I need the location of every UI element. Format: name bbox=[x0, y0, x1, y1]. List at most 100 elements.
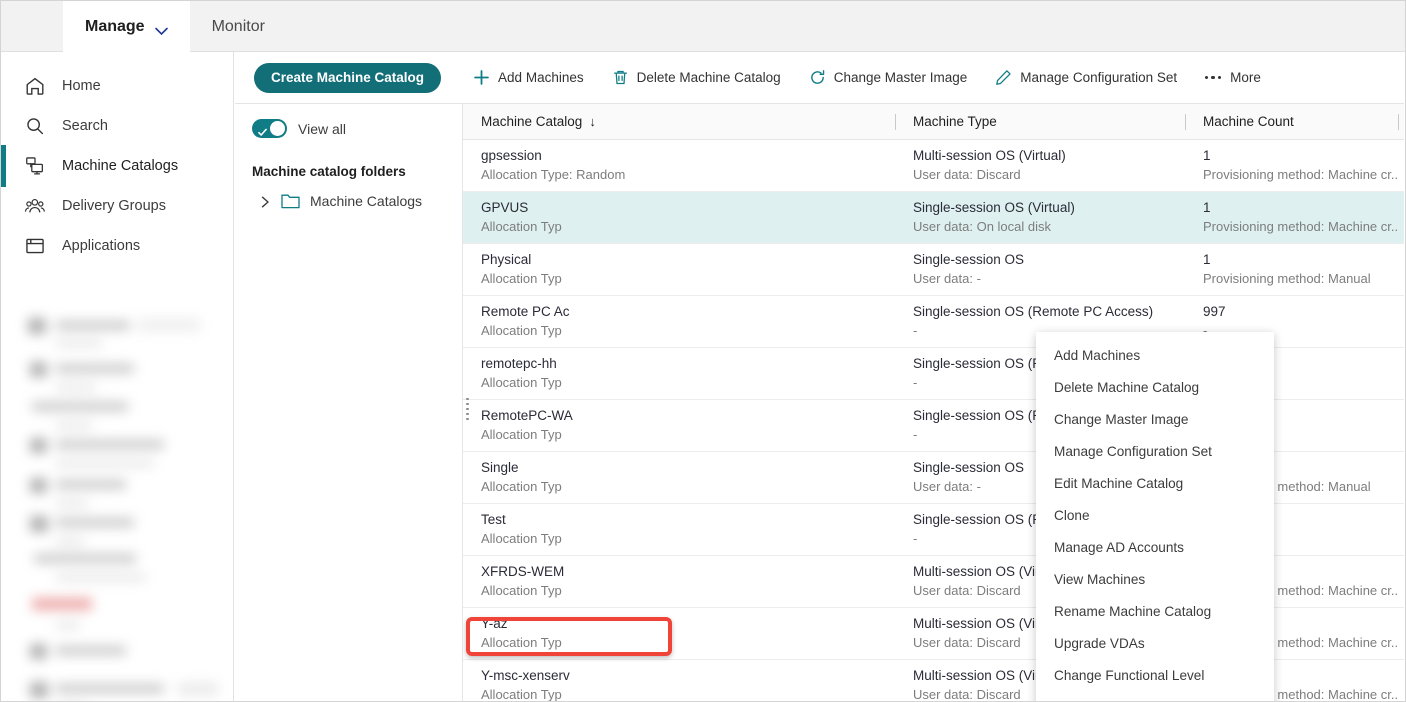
folder-machine-catalogs-label: Machine Catalogs bbox=[310, 193, 423, 209]
cell-overflow bbox=[1398, 191, 1404, 244]
table-row[interactable]: Physical Allocation Typ Single-session OS U… bbox=[463, 243, 1404, 296]
cell-overflow bbox=[1398, 139, 1404, 192]
column-header-machine-count[interactable]: Machine Count bbox=[1185, 104, 1398, 140]
cell-machine-catalog-secondary: Allocation Typ bbox=[481, 270, 562, 286]
home-icon bbox=[24, 75, 46, 97]
cell-machine-type-secondary: User data: - bbox=[913, 270, 981, 286]
sidebar-item-search[interactable]: Search bbox=[2, 106, 233, 146]
cell-machine-count-primary: 1 bbox=[1203, 251, 1211, 267]
cell-machine-catalog: Physical Allocation Typ bbox=[463, 243, 895, 296]
context-menu-item[interactable]: Add Machines bbox=[1036, 339, 1274, 371]
cell-machine-catalog-primary: remotepc-hh bbox=[481, 355, 557, 371]
context-menu-item[interactable]: Change Functional Level bbox=[1036, 659, 1274, 691]
cell-machine-count-secondary: Provisioning method: Machine cr... bbox=[1203, 218, 1398, 234]
cell-machine-catalog-primary: Single bbox=[481, 459, 519, 475]
main-panel: Create Machine Catalog Add Machines Dele… bbox=[235, 52, 1404, 702]
cell-overflow bbox=[1398, 659, 1404, 701]
cell-machine-catalog-secondary: Allocation Type: Random bbox=[481, 166, 626, 182]
change-master-image-button[interactable]: Change Master Image bbox=[795, 58, 982, 98]
cell-overflow bbox=[1398, 243, 1404, 296]
folders-panel: View all Machine catalog folders Machine… bbox=[235, 104, 463, 701]
sidebar-item-applications[interactable]: Applications bbox=[2, 226, 233, 266]
context-menu-item[interactable]: View Machines bbox=[1036, 563, 1274, 595]
cell-machine-type: Multi-session OS (Virtual) User data: Dis… bbox=[895, 139, 1185, 192]
context-menu-item[interactable]: Test Machine Catalog bbox=[1036, 691, 1274, 702]
cell-machine-catalog-secondary: Allocation Typ bbox=[481, 634, 562, 650]
sidebar-item-home[interactable]: Home bbox=[2, 66, 233, 106]
pencil-icon bbox=[995, 69, 1012, 86]
cell-machine-catalog-secondary: Allocation Typ bbox=[481, 426, 562, 442]
cell-machine-catalog-secondary: Allocation Typ bbox=[481, 686, 562, 702]
cell-machine-type-secondary: User data: On local disk bbox=[913, 218, 1052, 234]
folder-machine-catalogs[interactable]: Machine Catalogs bbox=[252, 193, 462, 209]
context-menu-item-label: Manage AD Accounts bbox=[1054, 539, 1184, 555]
tab-manage[interactable]: Manage bbox=[63, 1, 190, 52]
context-menu-item[interactable]: Delete Machine Catalog bbox=[1036, 371, 1274, 403]
cell-machine-type-primary: Single-session OS bbox=[913, 251, 1025, 267]
cell-machine-catalog: Test Allocation Typ bbox=[463, 503, 895, 556]
view-all-toggle[interactable]: View all bbox=[252, 119, 462, 138]
cell-machine-catalog-primary: Y-msc-xenserv bbox=[481, 667, 570, 683]
machine-catalogs-icon bbox=[24, 155, 46, 177]
context-menu-item-label: Change Master Image bbox=[1054, 411, 1189, 427]
table-header-row: Machine Catalog ↓ Machine Type Machine Co… bbox=[463, 104, 1404, 140]
context-menu-item-label: Delete Machine Catalog bbox=[1054, 379, 1200, 395]
cell-machine-catalog-secondary: Allocation Typ bbox=[481, 374, 562, 390]
manage-configuration-set-label: Manage Configuration Set bbox=[1020, 70, 1178, 85]
context-menu-item[interactable]: Manage AD Accounts bbox=[1036, 531, 1274, 563]
cell-overflow bbox=[1398, 399, 1404, 452]
manage-configuration-set-button[interactable]: Manage Configuration Set bbox=[981, 58, 1191, 98]
change-master-image-label: Change Master Image bbox=[833, 70, 968, 85]
tab-manage-label: Manage bbox=[85, 17, 145, 35]
trash-icon bbox=[612, 69, 629, 86]
context-menu-item[interactable]: Change Master Image bbox=[1036, 403, 1274, 435]
cell-machine-catalog-secondary: Allocation Typ bbox=[481, 322, 562, 338]
topbar-left-spacer bbox=[1, 1, 63, 52]
cell-machine-catalog-secondary: Allocation Typ bbox=[481, 218, 562, 234]
cell-machine-type-secondary: User data: Discard bbox=[913, 166, 1021, 182]
sidebar-item-machine-catalogs-label: Machine Catalogs bbox=[62, 158, 179, 174]
context-menu-item[interactable]: Edit Machine Catalog bbox=[1036, 467, 1274, 499]
context-menu-item[interactable]: Rename Machine Catalog bbox=[1036, 595, 1274, 627]
search-icon bbox=[24, 115, 46, 137]
cell-machine-count-secondary: Provisioning method: Machine cr... bbox=[1203, 166, 1398, 182]
sidebar-item-delivery-groups[interactable]: Delivery Groups bbox=[2, 186, 233, 226]
column-resize-handle[interactable] bbox=[463, 389, 472, 429]
cell-machine-catalog: Single Allocation Typ bbox=[463, 451, 895, 504]
column-divider bbox=[1185, 114, 1186, 130]
context-menu-item[interactable]: Upgrade VDAs bbox=[1036, 627, 1274, 659]
more-button[interactable]: More bbox=[1191, 58, 1275, 98]
cell-machine-catalog: Y-az Allocation Typ bbox=[463, 607, 895, 660]
context-menu-item[interactable]: Manage Configuration Set bbox=[1036, 435, 1274, 467]
toggle-switch-on[interactable] bbox=[252, 119, 287, 138]
context-menu-item-label: Add Machines bbox=[1054, 347, 1141, 363]
delivery-groups-icon bbox=[24, 195, 46, 217]
cell-machine-catalog: XFRDS-WEM Allocation Typ bbox=[463, 555, 895, 608]
cell-machine-type: Single-session OS User data: - bbox=[895, 243, 1185, 296]
table-row[interactable]: GPVUS Allocation Typ Single-session OS (Vi… bbox=[463, 191, 1404, 244]
app-window: Manage Monitor Home Search Machine Catal… bbox=[0, 0, 1406, 702]
cell-machine-catalog-primary: Remote PC Ac bbox=[481, 303, 570, 319]
content-area: View all Machine catalog folders Machine… bbox=[235, 104, 1404, 702]
add-machines-label: Add Machines bbox=[498, 70, 584, 85]
column-header-overflow[interactable] bbox=[1398, 104, 1404, 140]
cell-machine-type-primary: Single-session OS (Remote PC Access) bbox=[913, 303, 1154, 319]
create-machine-catalog-button[interactable]: Create Machine Catalog bbox=[254, 62, 442, 93]
cell-machine-catalog-primary: Test bbox=[481, 511, 506, 527]
tab-monitor[interactable]: Monitor bbox=[190, 1, 287, 52]
chevron-right-icon[interactable] bbox=[260, 195, 271, 208]
cell-machine-catalog-primary: gpsession bbox=[481, 147, 542, 163]
add-machines-button[interactable]: Add Machines bbox=[459, 58, 598, 98]
table-row[interactable]: gpsession Allocation Type: Random Multi-se… bbox=[463, 139, 1404, 192]
column-header-machine-catalog[interactable]: Machine Catalog ↓ bbox=[463, 104, 895, 140]
context-menu-item-label: Manage Configuration Set bbox=[1054, 443, 1212, 459]
applications-icon bbox=[24, 235, 46, 257]
delete-machine-catalog-button[interactable]: Delete Machine Catalog bbox=[598, 58, 795, 98]
context-menu-item-label: Edit Machine Catalog bbox=[1054, 475, 1184, 491]
sidebar-item-machine-catalogs[interactable]: Machine Catalogs bbox=[1, 145, 233, 187]
column-header-machine-type[interactable]: Machine Type bbox=[895, 104, 1185, 140]
sort-descending-icon: ↓ bbox=[589, 113, 596, 129]
context-menu-item[interactable]: Clone bbox=[1036, 499, 1274, 531]
context-menu-item-label: View Machines bbox=[1054, 571, 1146, 587]
action-toolbar: Create Machine Catalog Add Machines Dele… bbox=[235, 52, 1404, 104]
